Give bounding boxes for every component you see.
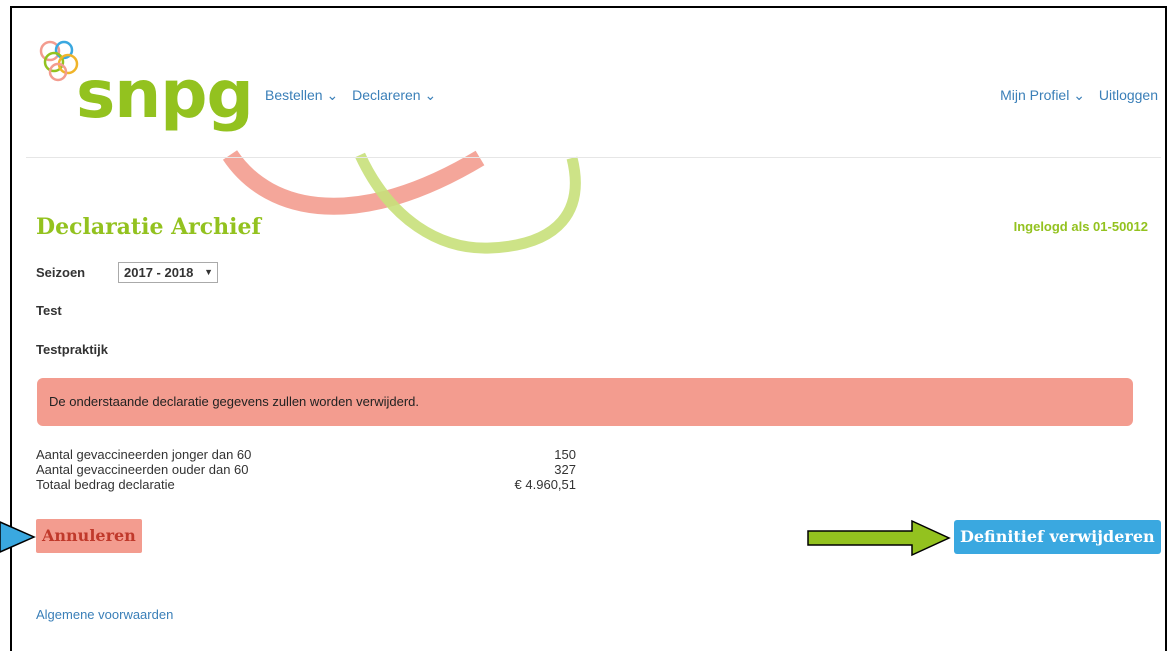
page-title: Declaratie Archief bbox=[36, 214, 261, 240]
season-label: Seizoen bbox=[36, 265, 86, 280]
nav-bestellen[interactable]: Bestellen ⌄ bbox=[265, 87, 338, 103]
user-nav: Mijn Profiel ⌄ Uitloggen bbox=[1000, 87, 1158, 104]
season-select[interactable]: 2017 - 2018 ▼ bbox=[118, 262, 218, 283]
summary-label: Aantal gevaccineerden jonger dan 60 bbox=[36, 447, 252, 462]
season-select-value: 2017 - 2018 bbox=[124, 265, 194, 280]
practice-type: Testpraktijk bbox=[36, 342, 109, 357]
summary-value: € 4.960,51 bbox=[514, 477, 576, 492]
summary-value: 150 bbox=[554, 447, 576, 462]
delete-permanently-button[interactable]: Definitief verwijderen bbox=[954, 520, 1161, 554]
declaration-summary: Aantal gevaccineerden jonger dan 60 150 … bbox=[36, 447, 576, 492]
summary-row: Aantal gevaccineerden jonger dan 60 150 bbox=[36, 447, 576, 462]
summary-row: Aantal gevaccineerden ouder dan 60 327 bbox=[36, 462, 576, 477]
dropdown-arrow-icon: ▼ bbox=[204, 267, 213, 277]
nav-mijn-profiel[interactable]: Mijn Profiel ⌄ bbox=[1000, 87, 1085, 103]
summary-value: 327 bbox=[554, 462, 576, 477]
brand-logo-text[interactable]: snpg bbox=[76, 62, 254, 128]
terms-link[interactable]: Algemene voorwaarden bbox=[36, 607, 173, 622]
summary-label: Aantal gevaccineerden ouder dan 60 bbox=[36, 462, 249, 477]
practice-name: Test bbox=[36, 303, 62, 318]
nav-declareren[interactable]: Declareren ⌄ bbox=[352, 87, 436, 103]
header-divider bbox=[26, 157, 1161, 158]
logout-link[interactable]: Uitloggen bbox=[1099, 87, 1158, 103]
login-status: Ingelogd als 01-50012 bbox=[1013, 219, 1148, 234]
alert-text: De onderstaande declaratie gegevens zull… bbox=[49, 394, 420, 409]
delete-warning-alert: De onderstaande declaratie gegevens zull… bbox=[37, 378, 1133, 426]
summary-label: Totaal bedrag declaratie bbox=[36, 477, 175, 492]
summary-row: Totaal bedrag declaratie € 4.960,51 bbox=[36, 477, 576, 492]
cancel-button[interactable]: Annuleren bbox=[36, 519, 142, 553]
main-nav: Bestellen ⌄ Declareren ⌄ bbox=[265, 87, 446, 104]
